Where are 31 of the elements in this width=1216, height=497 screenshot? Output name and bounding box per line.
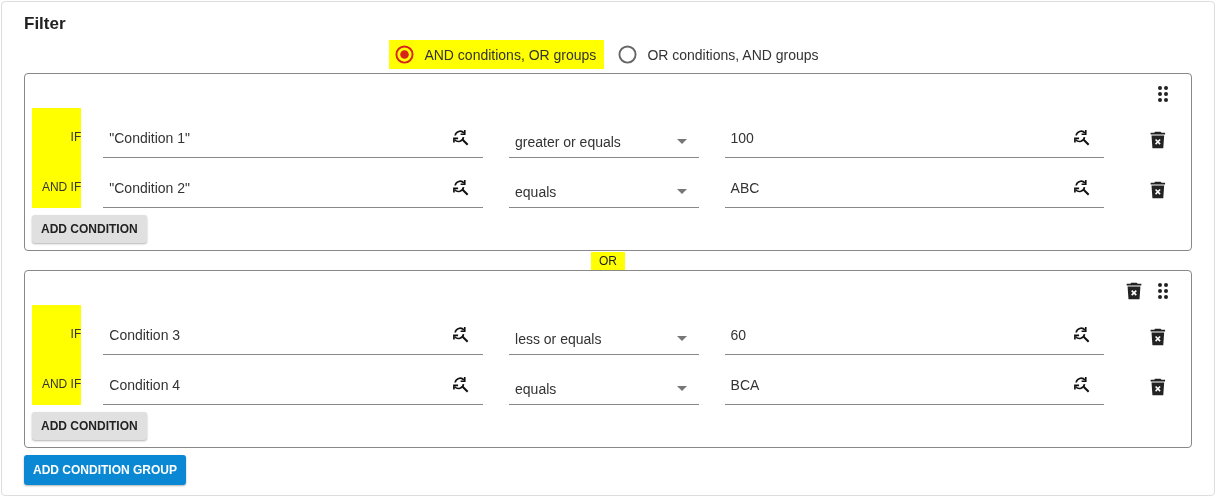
caret-icon bbox=[676, 386, 687, 391]
operator-dropdown[interactable]: greater or equals bbox=[509, 118, 699, 158]
condition-connector-label: IF bbox=[70, 130, 82, 144]
operator-dropdown[interactable]: less or equals bbox=[509, 315, 699, 355]
add-condition-group-button[interactable]: ADD CONDITION GROUP bbox=[24, 455, 186, 485]
radio-option[interactable]: AND conditions, OR groups bbox=[389, 40, 605, 69]
filter-title: Filter bbox=[24, 14, 67, 35]
radio-icon bbox=[618, 45, 638, 64]
add-condition-button[interactable]: ADD CONDITION bbox=[32, 215, 147, 243]
value-input[interactable]: 100 bbox=[724, 118, 1105, 158]
operator-dropdown[interactable]: equals bbox=[509, 168, 699, 208]
caret-icon bbox=[676, 336, 687, 341]
field-input[interactable]: "Condition 2" bbox=[103, 168, 484, 208]
radio-icon bbox=[395, 45, 415, 64]
condition-connector-label: IF bbox=[70, 327, 82, 341]
radio-option[interactable]: OR conditions, AND groups bbox=[612, 40, 827, 69]
add-condition-button[interactable]: ADD CONDITION bbox=[32, 412, 147, 440]
drag-handle-icon[interactable] bbox=[1157, 282, 1169, 300]
condition-connector-label: AND IF bbox=[41, 180, 82, 194]
value-input[interactable]: ABC bbox=[724, 168, 1105, 208]
value-input[interactable]: BCA bbox=[724, 365, 1105, 405]
group-connector-label: OR bbox=[591, 251, 625, 270]
field-input[interactable]: Condition 3 bbox=[103, 315, 484, 355]
operator-dropdown[interactable]: equals bbox=[509, 365, 699, 405]
condition-connector-label: AND IF bbox=[41, 377, 82, 391]
field-input[interactable]: Condition 4 bbox=[103, 365, 484, 405]
value-input[interactable]: 60 bbox=[724, 315, 1105, 355]
drag-handle-icon[interactable] bbox=[1157, 85, 1169, 103]
caret-icon bbox=[676, 139, 687, 144]
field-input[interactable]: "Condition 1" bbox=[103, 118, 484, 158]
caret-icon bbox=[676, 189, 687, 194]
